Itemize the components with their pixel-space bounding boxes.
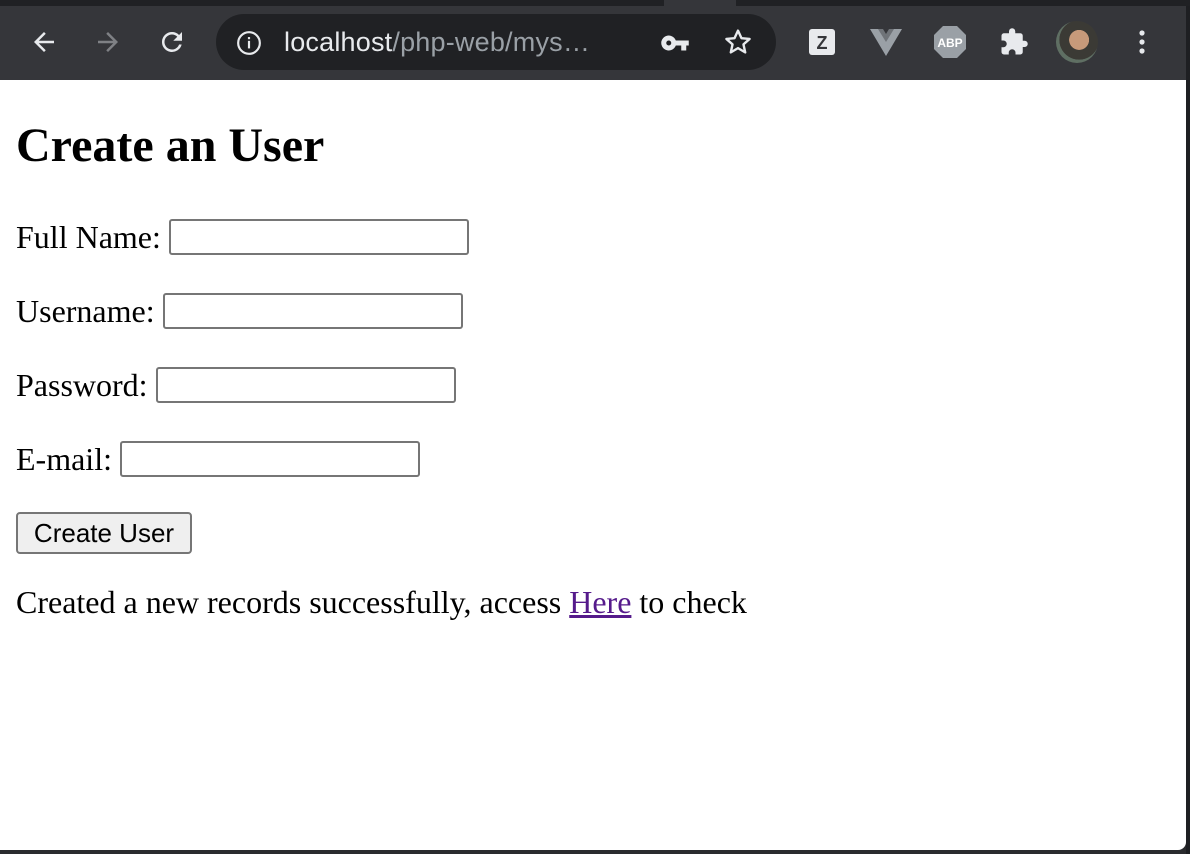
vue-devtools-icon[interactable] [866,22,906,62]
page-title: Create an User [16,119,325,172]
reload-icon [161,31,182,52]
url-host: localhost [284,27,393,57]
email-label: E-mail: [16,440,112,477]
back-button[interactable] [24,22,64,62]
success-message: Created a new records successfully, acce… [16,584,747,621]
info-icon[interactable] [236,30,262,61]
window-edge [1186,6,1190,854]
profile-avatar[interactable] [1056,21,1098,63]
menu-button[interactable] [1122,22,1162,62]
abp-text: ABP [937,36,962,50]
address-bar[interactable]: localhost/php-web/mys… [216,14,776,70]
email-input[interactable] [119,441,420,477]
arrow-left-icon [34,32,54,52]
message-text-after: to check [631,584,747,620]
password-row: Password: [16,364,456,406]
username-row: Username: [16,290,463,332]
here-link[interactable]: Here [569,584,631,620]
reload-button[interactable] [152,22,192,62]
url-path: /php-web/mys… [392,27,591,57]
star-icon[interactable] [722,26,754,63]
zotero-letter: Z [817,33,828,53]
create-user-button[interactable]: Create User [16,512,192,554]
username-input[interactable] [162,293,463,329]
full-name-label: Full Name: [16,218,161,255]
browser-toolbar: localhost/php-web/mys… Z ABP [0,6,1186,80]
more-vertical-icon [1139,30,1145,54]
extensions-puzzle-icon[interactable] [994,22,1034,62]
forward-button[interactable] [88,22,128,62]
page-viewport: Create an User Full Name: Username: Pass… [0,80,1186,850]
url-text[interactable]: localhost/php-web/mys… [284,27,590,58]
password-input[interactable] [155,367,456,403]
key-icon[interactable] [660,28,690,63]
email-row: E-mail: [16,438,420,480]
password-label: Password: [16,366,148,403]
arrow-right-icon [98,32,118,52]
zotero-icon[interactable]: Z [802,22,842,62]
full-name-row: Full Name: [16,216,469,258]
adblock-plus-icon[interactable]: ABP [930,22,970,62]
full-name-input[interactable] [168,219,469,255]
message-text-before: Created a new records successfully, acce… [16,584,570,620]
username-label: Username: [16,292,155,329]
